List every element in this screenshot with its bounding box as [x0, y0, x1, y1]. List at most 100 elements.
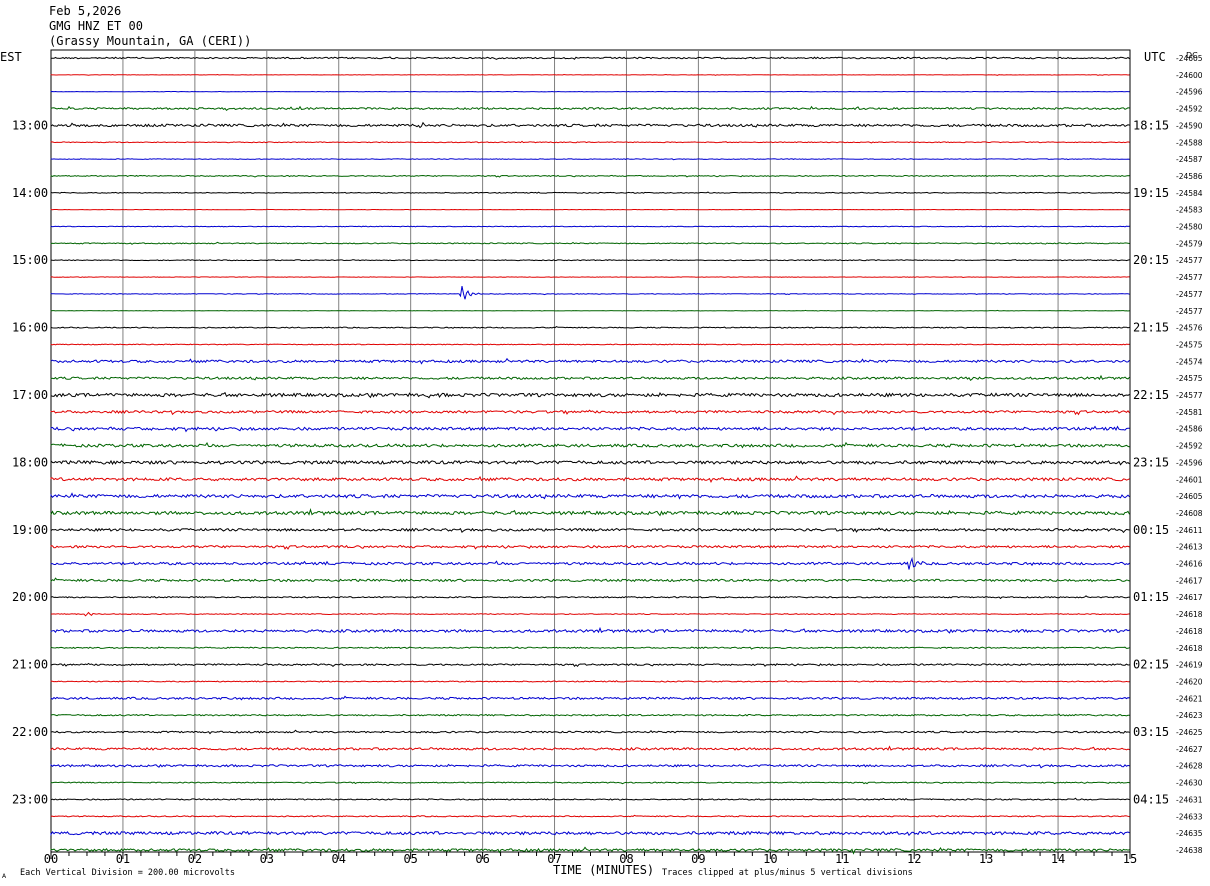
- dc-value: -24613: [1176, 543, 1203, 552]
- left-hour-label: 15:00: [12, 253, 48, 267]
- dc-value: -24623: [1176, 711, 1203, 720]
- x-tick-label: 04: [332, 852, 346, 866]
- dc-value: -24596: [1176, 88, 1203, 97]
- dc-value: -24577: [1176, 307, 1203, 316]
- left-hour-label: 20:00: [12, 590, 48, 604]
- dc-value: -24601: [1176, 475, 1203, 484]
- corner-mark: A: [2, 873, 7, 880]
- x-tick-label: 05: [403, 852, 417, 866]
- seismic-trace-row-16: [50, 326, 1130, 329]
- dc-value: -24587: [1176, 155, 1203, 164]
- seismic-trace-row-34: [50, 626, 1130, 634]
- left-hour-label: 14:00: [12, 186, 48, 200]
- dc-value: -24617: [1176, 593, 1203, 602]
- dc-value: -24618: [1176, 610, 1203, 619]
- dc-value: -24620: [1176, 677, 1203, 686]
- seismic-trace-row-32: [50, 595, 1130, 600]
- seismic-trace-row-18: [50, 357, 1130, 365]
- seismic-trace-row-41: [50, 745, 1130, 751]
- left-timezone-label: EST: [0, 50, 22, 64]
- dc-value: -24574: [1176, 357, 1203, 366]
- x-tick-label: 11: [835, 852, 849, 866]
- dc-value: -24631: [1176, 795, 1203, 804]
- dc-value: -24611: [1176, 526, 1203, 535]
- dc-value: -24618: [1176, 644, 1203, 653]
- dc-value: -24577: [1176, 290, 1203, 299]
- dc-value: -24576: [1176, 324, 1203, 333]
- seismic-trace-row-37: [50, 680, 1130, 683]
- seismic-trace-row-28: [50, 527, 1130, 534]
- dc-value: -24600: [1176, 71, 1203, 80]
- seismic-trace-row-23: [50, 441, 1130, 449]
- x-tick-label: 13: [979, 852, 993, 866]
- dc-value: -24575: [1176, 340, 1203, 349]
- x-tick-label: 14: [1051, 852, 1065, 866]
- dc-value: -24575: [1176, 374, 1203, 383]
- seismogram-chart: Feb 5,2026 GMG HNZ ET 00 (Grassy Mountai…: [0, 4, 1203, 880]
- header-date: Feb 5,2026: [49, 4, 121, 18]
- seismic-trace-row-27: [50, 508, 1130, 517]
- header-channel: GMG HNZ ET 00: [49, 19, 143, 33]
- seismic-trace-row-11: [50, 241, 1130, 245]
- dc-value: -24605: [1176, 492, 1203, 501]
- dc-value: -24630: [1176, 779, 1203, 788]
- left-hour-label: 17:00: [12, 388, 48, 402]
- x-axis-title: TIME (MINUTES): [553, 863, 654, 877]
- dc-value: -24583: [1176, 206, 1203, 215]
- scale-note: Each Vertical Division = 200.00 microvol…: [20, 868, 235, 878]
- seismic-trace-row-42: [50, 763, 1130, 769]
- seismic-trace-row-4: [50, 121, 1130, 129]
- seismic-trace-row-40: [50, 729, 1130, 735]
- x-tick-label: 09: [691, 852, 705, 866]
- seismic-trace-row-5: [50, 140, 1130, 144]
- right-hour-labels: 18:15 19:15 20:15 21:15 22:15 23:15 00:15 01:15…: [1133, 118, 1169, 806]
- x-tick-label: 01: [116, 852, 130, 866]
- dc-value: -24625: [1176, 728, 1203, 737]
- x-tick-label: 10: [763, 852, 777, 866]
- right-hour-label: 00:15: [1133, 523, 1169, 537]
- dc-value: -24577: [1176, 391, 1203, 400]
- seismic-trace-row-12: [50, 258, 1130, 262]
- seismic-trace-row-36: [50, 662, 1130, 668]
- header-station: (Grassy Mountain, GA (CERI)): [49, 34, 251, 48]
- dc-value: -24592: [1176, 442, 1203, 451]
- right-hour-label: 20:15: [1133, 253, 1169, 267]
- dc-value: -24621: [1176, 694, 1203, 703]
- seismic-trace-row-33: [50, 611, 1130, 617]
- dc-value: -24577: [1176, 273, 1203, 282]
- seismic-trace-row-44: [50, 797, 1130, 801]
- seismic-trace-row-19: [50, 374, 1130, 382]
- dc-value: -24596: [1176, 458, 1203, 467]
- right-hour-label: 01:15: [1133, 590, 1169, 604]
- seismic-trace-row-22: [50, 425, 1130, 433]
- seismic-trace-row-13: [50, 276, 1130, 279]
- x-tick-label: 02: [188, 852, 202, 866]
- left-hour-labels: 13:00 14:00 15:00 16:00 17:00 18:00 19:00 20:00…: [12, 118, 48, 806]
- dc-value: -24617: [1176, 576, 1203, 585]
- dc-value: -24584: [1176, 189, 1203, 198]
- seismic-trace-row-20: [50, 391, 1130, 399]
- dc-value: -24577: [1176, 256, 1203, 265]
- dc-value: -24592: [1176, 105, 1203, 114]
- left-hour-label: 23:00: [12, 792, 48, 806]
- seismic-trace-row-8: [50, 191, 1130, 194]
- dc-value: -24586: [1176, 425, 1203, 434]
- right-hour-label: 23:15: [1133, 455, 1169, 469]
- seismic-trace-row-24: [50, 459, 1130, 466]
- dc-value: -24579: [1176, 239, 1203, 248]
- dc-value: -24586: [1176, 172, 1203, 181]
- dc-value: -24581: [1176, 408, 1203, 417]
- right-hour-label: 19:15: [1133, 186, 1169, 200]
- seismic-trace-row-9: [50, 208, 1130, 211]
- dc-value: -24590: [1176, 121, 1203, 130]
- dc-value: -24580: [1176, 223, 1203, 232]
- right-hour-label: 18:15: [1133, 118, 1169, 132]
- left-hour-label: 19:00: [12, 523, 48, 537]
- dc-value: -24588: [1176, 138, 1203, 147]
- seismic-trace-row-43: [50, 781, 1130, 785]
- seismic-trace-row-29: [50, 544, 1130, 550]
- right-hour-label: 04:15: [1133, 792, 1169, 806]
- trace-group: [50, 56, 1130, 855]
- right-hour-label: 22:15: [1133, 388, 1169, 402]
- seismic-trace-row-17: [50, 343, 1130, 346]
